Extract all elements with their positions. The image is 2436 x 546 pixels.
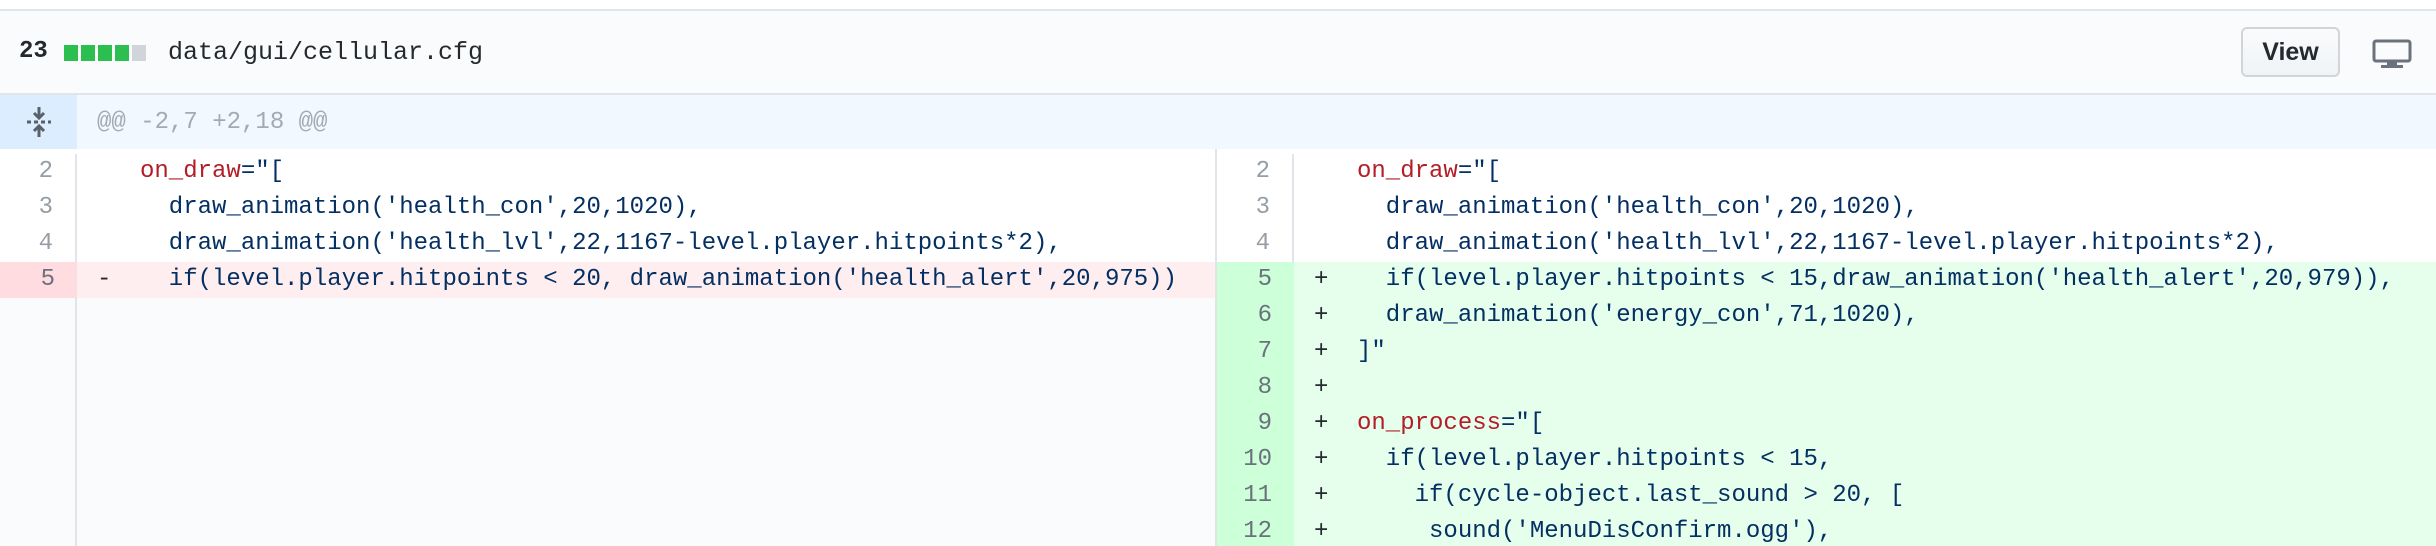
line-number[interactable]: 5 [0,262,77,298]
diff-stat-count: 23 [19,38,48,65]
diff-marker: + [1314,266,1329,293]
unfold-icon [26,107,51,137]
line-number[interactable]: 6 [1217,298,1294,334]
diff-stat-block [115,45,129,61]
diff-stat-block [98,45,112,61]
code-content: ="[ [1501,410,1545,437]
code-content: ="[ [240,158,285,185]
file-path[interactable]: data/gui/cellular.cfg [168,38,483,67]
code-keyword: on_process [1357,410,1502,437]
file-header: 23 data/gui/cellular.cfg View [0,9,2436,95]
code-content: if(cycle-object.last_sound > 20, [ [1357,482,1905,509]
code-text: draw_animation('health_con',20,1020), [1357,190,1919,226]
line-number[interactable]: 2 [0,154,77,190]
line-number[interactable]: 2 [1217,154,1294,190]
gutter-fill [0,298,77,546]
code-text: ]" [1357,334,1386,370]
code-content: if(level.player.hitpoints < 20, draw_ani… [140,266,1177,293]
diff-left-pane: 2 on_draw="[3 draw_animation('health_con'… [0,149,1217,546]
diff-marker: + [1314,410,1329,437]
diff-view: 23 data/gui/cellular.cfg View @@ -2,7 +2… [0,0,2436,546]
diff-line: 6 + draw_animation('energy_con',71,1020), [1217,298,2436,334]
code-text: if(cycle-object.last_sound > 20, [ [1357,478,1905,514]
code-text: sound('MenuDisConfirm.ogg'), [1357,514,1832,546]
code-text: on_process="[ [1357,406,1544,442]
code-content: ="[ [1457,158,1502,185]
expand-button[interactable] [0,95,77,149]
line-number[interactable]: 7 [1217,334,1294,370]
code-content: if(level.player.hitpoints < 15, [1357,446,1833,473]
diff-marker: + [1314,338,1329,365]
code-content: ]" [1357,338,1386,365]
diff-line: 4 draw_animation('health_lvl',22,1167-le… [0,226,1215,262]
code-content: draw_animation('energy_con',71,1020), [1357,302,1919,329]
line-number[interactable]: 3 [1217,190,1294,226]
diff-marker: + [1314,482,1329,509]
diff-line: 10 + if(level.player.hitpoints < 15, [1217,442,2436,478]
line-number[interactable]: 9 [1217,406,1294,442]
code-text: on_draw="[ [140,154,284,190]
line-number[interactable]: 11 [1217,478,1294,514]
diff-line: 2 on_draw="[ [0,154,1215,190]
diff-line: 5 + if(level.player.hitpoints < 15,draw_a… [1217,262,2436,298]
line-number[interactable]: 10 [1217,442,1294,478]
line-number[interactable]: 12 [1217,514,1294,546]
diff-line: 11 + if(cycle-object.last_sound > 20, [ [1217,478,2436,514]
diff-marker: + [1314,374,1329,401]
desktop-icon[interactable] [2372,39,2412,69]
hunk-header: @@ -2,7 +2,18 @@ [0,95,2436,149]
diff-line: 3 draw_animation('health_con',20,1020), [1217,190,2436,226]
code-content: draw_animation('health_con',20,1020), [140,194,702,221]
diff-right-pane: 2 on_draw="[3 draw_animation('health_con'… [1217,149,2436,546]
code-text: draw_animation('energy_con',71,1020), [1357,298,1919,334]
line-number[interactable]: 4 [1217,226,1294,262]
diff-line: 9 + on_process="[ [1217,406,2436,442]
line-number[interactable]: 8 [1217,370,1294,406]
code-content: draw_animation('health_con',20,1020), [1357,194,1919,221]
diff-stat-block [81,45,95,61]
code-text: draw_animation('health_con',20,1020), [140,190,702,226]
empty-space [0,298,1215,546]
code-content: draw_animation('health_lvl',22,1167-leve… [140,230,1062,257]
diff-line: 5- if(level.player.hitpoints < 20, draw_… [0,262,1215,298]
line-number[interactable]: 5 [1217,262,1294,298]
diff-line: 4 draw_animation('health_lvl',22,1167-le… [1217,226,2436,262]
diff-stat-block [132,45,146,61]
diff-line: 12 + sound('MenuDisConfirm.ogg'), [1217,514,2436,546]
code-text: if(level.player.hitpoints < 15, [1357,442,1832,478]
code-text: on_draw="[ [1357,154,1501,190]
hunk-header-text: @@ -2,7 +2,18 @@ [97,109,328,136]
line-number[interactable]: 4 [0,226,77,262]
code-text: if(level.player.hitpoints < 20, draw_ani… [140,262,1177,298]
diff-marker: - [97,266,112,293]
diff-line: 3 draw_animation('health_con',20,1020), [0,190,1215,226]
line-number[interactable]: 3 [0,190,77,226]
code-text: draw_animation('health_lvl',22,1167-leve… [1357,226,2279,262]
diff-line: 7 + ]" [1217,334,2436,370]
code-text: draw_animation('health_lvl',22,1167-leve… [140,226,1062,262]
diff-line: 8 + [1217,370,2436,406]
code-content: draw_animation('health_lvl',22,1167-leve… [1357,230,2279,257]
code-keyword: on_draw [1357,158,1458,185]
diff-marker: + [1314,518,1329,545]
diff-line: 2 on_draw="[ [1217,154,2436,190]
code-content: sound('MenuDisConfirm.ogg'), [1357,518,1833,545]
diff-stat-block [64,45,78,61]
code-content: if(level.player.hitpoints < 15,draw_anim… [1357,266,2394,293]
diff-marker: + [1314,302,1329,329]
code-keyword: on_draw [140,158,241,185]
view-file-button[interactable]: View [2241,27,2340,77]
code-text: if(level.player.hitpoints < 15,draw_anim… [1357,262,2394,298]
diff-stat-bar [64,45,146,63]
diff-marker: + [1314,446,1329,473]
